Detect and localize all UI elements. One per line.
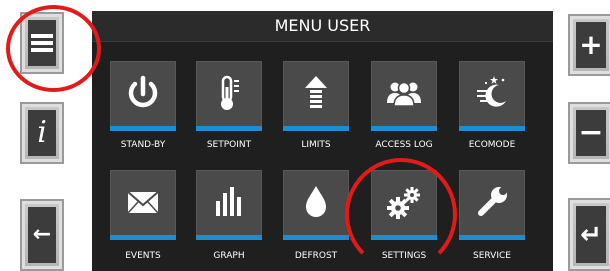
- menu-screen: MENU USER STAND-BY SETPOINT LIMITS ACCES…: [92, 11, 553, 271]
- bar-graph-icon: [216, 187, 241, 216]
- menu-label-access-log: ACCESS LOG: [375, 140, 433, 150]
- menu-label-limits: LIMITS: [301, 140, 331, 150]
- water-drop-icon: [306, 186, 326, 217]
- menu-tile-ecomode[interactable]: [459, 61, 525, 131]
- menu-tile-service[interactable]: [459, 170, 525, 240]
- enter-button[interactable]: ↵: [568, 198, 610, 271]
- info-icon: i: [37, 115, 47, 150]
- wrench-icon: [478, 182, 512, 216]
- thermometer-icon: [221, 75, 239, 110]
- info-button[interactable]: i: [20, 102, 64, 164]
- menu-icon: [31, 34, 53, 52]
- menu-tile-graph[interactable]: [196, 170, 262, 240]
- menu-label-service: SERVICE: [473, 251, 511, 261]
- menu-tile-access-log[interactable]: [371, 61, 437, 131]
- power-icon: [128, 75, 158, 108]
- back-button[interactable]: ←: [20, 199, 64, 271]
- menu-label-stand-by: STAND-BY: [120, 140, 166, 150]
- minus-button[interactable]: −: [568, 102, 610, 164]
- menu-label-graph: GRAPH: [213, 251, 245, 261]
- envelope-icon: [127, 191, 159, 214]
- menu-tile-limits[interactable]: [283, 61, 349, 131]
- gears-icon: [387, 187, 420, 219]
- menu-label-events: EVENTS: [125, 251, 161, 261]
- upload-arrow-icon: [305, 76, 327, 108]
- menu-tile-settings[interactable]: [371, 170, 437, 240]
- enter-icon: ↵: [580, 219, 602, 250]
- plus-button[interactable]: +: [568, 14, 610, 76]
- menu-label-ecomode: ECOMODE: [468, 140, 516, 150]
- night-mode-icon: [477, 76, 506, 107]
- users-icon: [387, 81, 421, 107]
- minus-icon: −: [578, 115, 604, 150]
- menu-tile-events[interactable]: [110, 170, 176, 240]
- menu-tile-defrost[interactable]: [283, 170, 349, 240]
- menu-button[interactable]: [20, 12, 64, 74]
- menu-tile-setpoint[interactable]: [196, 61, 262, 131]
- page-title: MENU USER: [92, 11, 553, 42]
- menu-label-defrost: DEFROST: [294, 251, 338, 261]
- plus-icon: +: [579, 28, 603, 61]
- menu-tile-stand-by[interactable]: [110, 61, 176, 131]
- menu-label-settings: SETTINGS: [381, 251, 427, 261]
- menu-label-setpoint: SETPOINT: [206, 140, 252, 150]
- arrow-left-icon: ←: [32, 222, 52, 247]
